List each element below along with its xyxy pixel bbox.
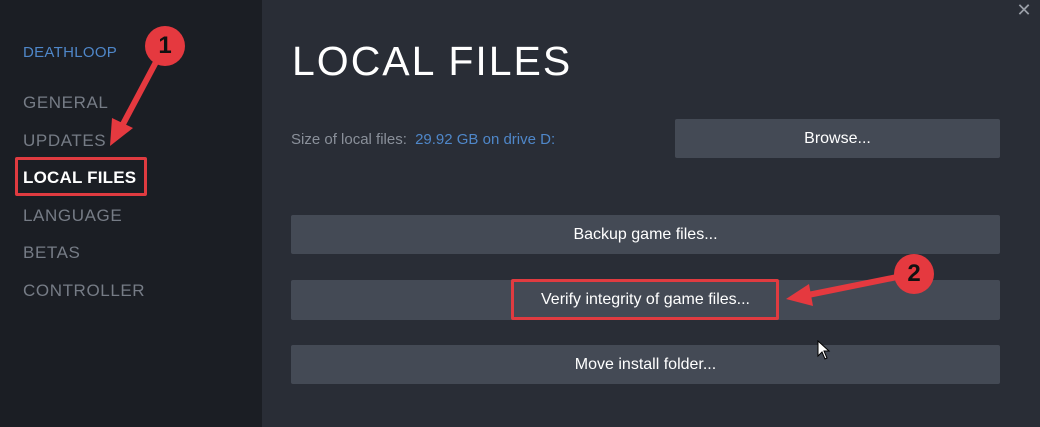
sidebar-item-general[interactable]: GENERAL [23, 93, 108, 113]
settings-sidebar: DEATHLOOP GENERAL UPDATES LOCAL FILES LA… [0, 0, 262, 427]
sidebar-item-updates[interactable]: UPDATES [23, 131, 106, 151]
backup-game-files-button[interactable]: Backup game files... [291, 215, 1000, 254]
game-title: DEATHLOOP [23, 44, 118, 61]
local-files-panel: LOCAL FILES Size of local files: 29.92 G… [262, 0, 1040, 427]
verify-integrity-button[interactable]: Verify integrity of game files... [291, 280, 1000, 320]
step-badge-2: 2 [894, 254, 934, 294]
browse-button[interactable]: Browse... [675, 119, 1000, 158]
page-title: LOCAL FILES [292, 38, 573, 84]
sidebar-item-local-files[interactable]: LOCAL FILES [23, 168, 136, 188]
sidebar-item-betas[interactable]: BETAS [23, 243, 80, 263]
step-badge-1: 1 [145, 26, 185, 66]
sidebar-item-controller[interactable]: CONTROLLER [23, 281, 145, 301]
size-label: Size of local files: [291, 131, 407, 148]
size-value: 29.92 GB on drive D: [415, 131, 556, 148]
move-install-folder-button[interactable]: Move install folder... [291, 345, 1000, 384]
mouse-cursor-icon [817, 340, 831, 360]
close-icon[interactable]: ✕ [1016, 1, 1032, 19]
sidebar-item-language[interactable]: LANGUAGE [23, 206, 122, 226]
local-files-size: Size of local files: 29.92 GB on drive D… [291, 131, 555, 148]
